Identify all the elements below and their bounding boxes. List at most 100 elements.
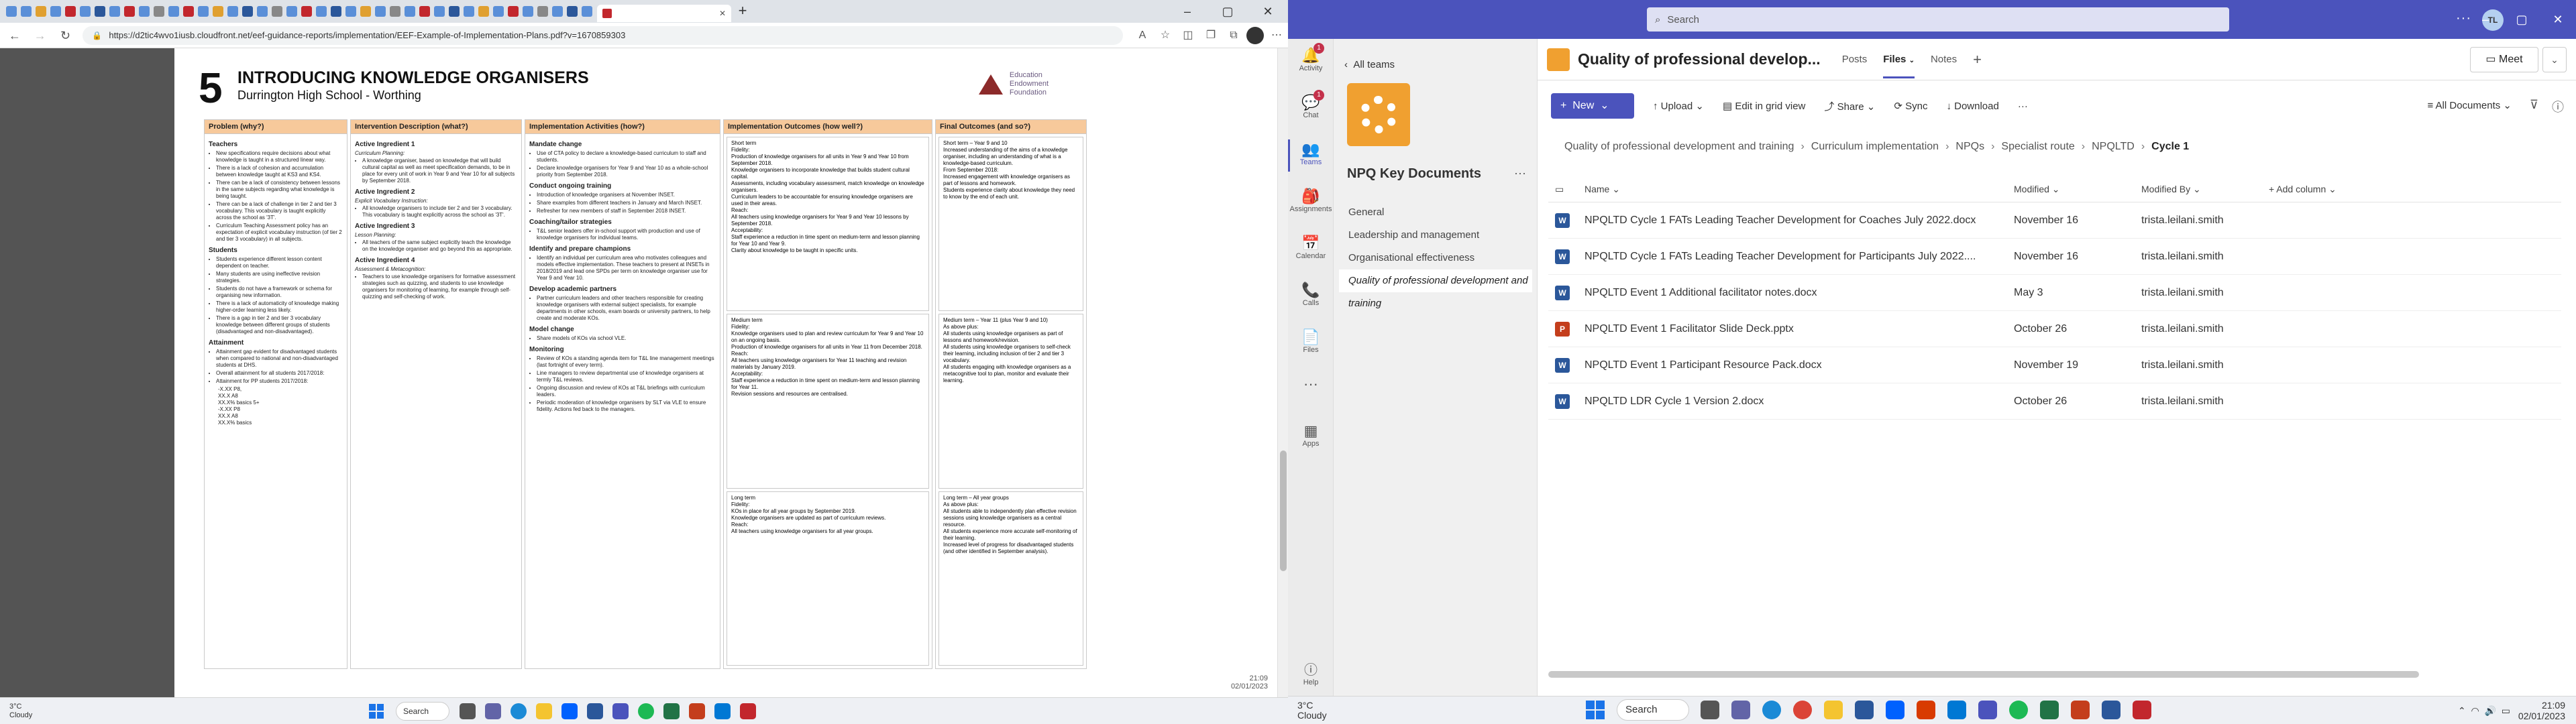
tab-favicon[interactable] (168, 6, 179, 17)
tab-favicon[interactable] (139, 6, 150, 17)
tab-favicon[interactable] (508, 6, 519, 17)
rail-item-more[interactable]: ··· (1288, 367, 1334, 414)
tab-favicon[interactable] (272, 6, 282, 17)
tab-favicon[interactable] (360, 6, 371, 17)
refresh-icon[interactable]: ↻ (55, 25, 76, 46)
tab-favicon[interactable] (582, 6, 592, 17)
outlook-icon[interactable] (714, 703, 731, 719)
tab-favicon[interactable] (124, 6, 135, 17)
acrobat-icon[interactable] (2133, 701, 2151, 719)
tab-favicon[interactable] (257, 6, 268, 17)
tab-favicon[interactable] (36, 6, 46, 17)
chevron-up-icon[interactable]: ⌃ (2458, 705, 2466, 717)
info-icon[interactable]: ⓘ (2552, 98, 2564, 115)
volume-icon[interactable]: 🔊 (2484, 705, 2496, 717)
wifi-icon[interactable]: ◠ (2471, 705, 2479, 717)
tab-favicon[interactable] (552, 6, 563, 17)
tab-favicon[interactable] (345, 6, 356, 17)
file-name[interactable]: NPQLTD Event 1 Additional facilitator no… (1578, 287, 2014, 299)
download-button[interactable]: ↓ Download (1946, 101, 1998, 112)
edge-app-icon[interactable] (1762, 701, 1781, 719)
weather-widget[interactable]: 3°C Cloudy (1297, 701, 1327, 721)
close-icon[interactable]: ✕ (719, 9, 726, 18)
office-icon[interactable] (1917, 701, 1935, 719)
file-explorer-icon[interactable] (536, 703, 552, 719)
active-tab[interactable]: ✕ (597, 5, 731, 22)
tab-favicon[interactable] (523, 6, 533, 17)
help-button[interactable]: ⓘ Help (1288, 659, 1334, 686)
minimize-button[interactable]: – (1167, 0, 1208, 23)
outlook-icon[interactable] (1947, 701, 1966, 719)
column-modified[interactable]: Modified ⌄ (2014, 184, 2141, 195)
file-name[interactable]: NPQLTD Cycle 1 FATs Leading Teacher Deve… (1578, 215, 2014, 227)
tab-favicon[interactable] (331, 6, 341, 17)
tab-favicon[interactable] (434, 6, 445, 17)
rail-item-activity[interactable]: 🔔 Activity 1 (1288, 39, 1334, 86)
rail-item-calendar[interactable]: 📅 Calendar (1288, 227, 1334, 274)
battery-icon[interactable]: ▭ (2502, 705, 2510, 717)
column-name[interactable]: Name ⌄ (1578, 184, 2014, 195)
filter-icon[interactable]: ⊽ (2530, 98, 2538, 112)
tab-notes[interactable]: Notes (1931, 54, 1957, 65)
dropbox-icon[interactable] (561, 703, 578, 719)
share-button[interactable]: ⤴ Share ⌄ (1824, 99, 1875, 113)
tab-favicon[interactable] (449, 6, 460, 17)
app-icon[interactable] (1855, 701, 1874, 719)
file-name[interactable]: NPQLTD Event 1 Facilitator Slide Deck.pp… (1578, 323, 2014, 335)
tab-favicon[interactable] (493, 6, 504, 17)
favorite-star-icon[interactable]: ☆ (1155, 26, 1175, 45)
breadcrumb-item[interactable]: Curriculum implementation (1811, 141, 1939, 153)
tab-posts[interactable]: Posts (1842, 54, 1868, 65)
meet-dropdown[interactable]: ⌄ (2542, 47, 2567, 72)
teams-app-icon[interactable] (1978, 701, 1997, 719)
weather-widget[interactable]: 3°C Cloudy (0, 703, 121, 720)
new-tab-button[interactable]: + (734, 3, 751, 20)
windows-start-icon[interactable] (369, 703, 384, 719)
app-icon[interactable] (587, 703, 603, 719)
table-row[interactable]: W NPQLTD Cycle 1 FATs Leading Teacher Dev… (1548, 202, 2561, 239)
profile-avatar[interactable] (1246, 26, 1264, 44)
tab-favicon[interactable] (227, 6, 238, 17)
horizontal-scrollbar[interactable] (1548, 671, 2419, 678)
tab-favicon[interactable] (183, 6, 194, 17)
windows-start-icon[interactable] (1586, 701, 1605, 719)
split-screen-icon[interactable]: ◫ (1178, 26, 1198, 45)
tab-favicon[interactable] (50, 6, 61, 17)
acrobat-icon[interactable] (740, 703, 756, 719)
excel-icon[interactable] (663, 703, 680, 719)
channel-organisational[interactable]: Organisational effectiveness (1339, 247, 1532, 269)
rail-item-teams[interactable]: 👥 Teams (1288, 133, 1334, 180)
tab-favicon[interactable] (537, 6, 548, 17)
tab-favicon[interactable] (198, 6, 209, 17)
settings-more-icon[interactable]: ⋯ (1267, 26, 1287, 45)
tab-favicon[interactable] (464, 6, 474, 17)
maximize-button[interactable]: ▢ (2504, 0, 2540, 39)
tab-favicon[interactable] (154, 6, 164, 17)
tab-favicon[interactable] (419, 6, 430, 17)
chat-app-icon[interactable] (1731, 701, 1750, 719)
back-arrow-icon[interactable]: ← (4, 25, 25, 46)
file-name[interactable]: NPQLTD Event 1 Participant Resource Pack… (1578, 359, 2014, 371)
extensions-icon[interactable]: ⧉ (1224, 26, 1244, 45)
spotify-icon[interactable] (2009, 701, 2028, 719)
rail-item-files[interactable]: 📄 Files (1288, 320, 1334, 367)
close-window-button[interactable]: ✕ (2540, 0, 2576, 39)
add-tab-icon[interactable]: + (1973, 51, 1982, 68)
table-row[interactable]: W NPQLTD Event 1 Participant Resource Pac… (1548, 347, 2561, 383)
powerpoint-icon[interactable] (2071, 701, 2090, 719)
file-explorer-icon[interactable] (1824, 701, 1843, 719)
breadcrumb-item[interactable]: NPQLTD (2092, 141, 2135, 153)
teams-search-input[interactable]: ⌕ Search (1647, 7, 2229, 32)
file-type-header-icon[interactable]: ▭ (1548, 184, 1578, 195)
tab-favicon[interactable] (405, 6, 415, 17)
tab-favicon[interactable] (6, 6, 17, 17)
spotify-icon[interactable] (638, 703, 654, 719)
channel-leadership[interactable]: Leadership and management (1339, 224, 1532, 247)
taskbar-search[interactable]: Search (1617, 699, 1689, 721)
tray-clock[interactable]: 21:09 02/01/2023 (2518, 700, 2565, 721)
view-selector[interactable]: ≡ All Documents ⌄ (2427, 99, 2512, 111)
powerpoint-icon[interactable] (689, 703, 705, 719)
maximize-button[interactable]: ▢ (1208, 0, 1248, 23)
more-commands-icon[interactable]: ··· (2018, 101, 2028, 112)
tab-favicon[interactable] (95, 6, 105, 17)
